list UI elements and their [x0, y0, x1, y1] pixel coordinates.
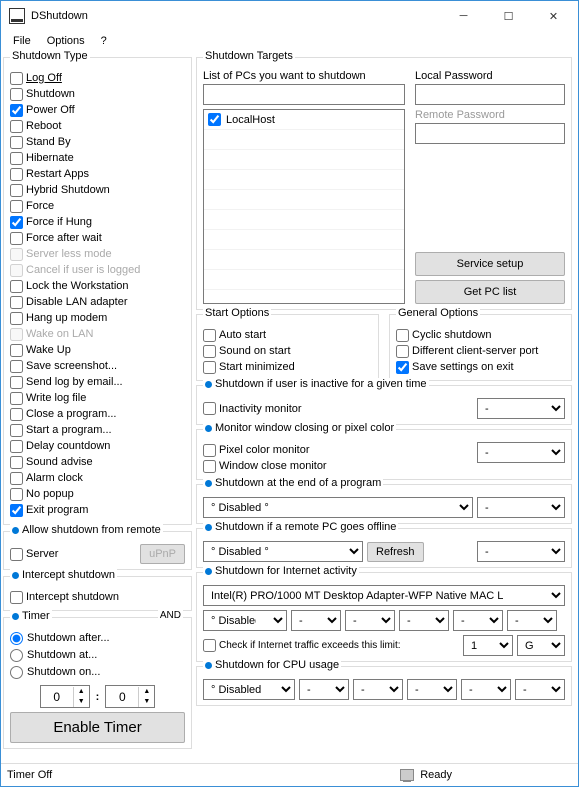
shutdown-type-5[interactable]: Hibernate — [10, 150, 185, 166]
local-password[interactable] — [415, 84, 565, 105]
timer-minutes[interactable]: ▲▼ — [105, 685, 155, 708]
inactive-group: Shutdown if user is inactive for a given… — [196, 385, 572, 425]
server-icon — [400, 769, 414, 781]
shutdown-type-12: Cancel if user is logged — [10, 262, 185, 278]
shutdown-type-23[interactable]: Delay countdown — [10, 438, 185, 454]
general-options-group: General Options Cyclic shutdown Differen… — [389, 314, 572, 381]
shutdown-type-19[interactable]: Send log by email... — [10, 374, 185, 390]
shutdown-after-radio[interactable]: Shutdown after... — [10, 630, 185, 647]
get-pc-list-button[interactable]: Get PC list — [415, 280, 565, 304]
upnp-button[interactable]: uPnP — [140, 544, 185, 564]
remote-password[interactable] — [415, 123, 565, 144]
service-setup-button[interactable]: Service setup — [415, 252, 565, 276]
shutdown-type-14[interactable]: Disable LAN adapter — [10, 294, 185, 310]
maximize-button[interactable]: ☐ — [486, 2, 531, 30]
end-program-group: Shutdown at the end of a program ° Disab… — [196, 484, 572, 524]
shutdown-type-20[interactable]: Write log file — [10, 390, 185, 406]
intercept-checkbox[interactable]: Intercept shutdown — [10, 589, 185, 605]
app-title: DShutdown — [31, 10, 88, 22]
shutdown-type-18[interactable]: Save screenshot... — [10, 358, 185, 374]
shutdown-type-11: Server less mode — [10, 246, 185, 262]
pc-input[interactable] — [203, 84, 405, 105]
close-button[interactable]: ✕ — [531, 2, 576, 30]
allow-remote-group: Allow shutdown from remote Server uPnP — [3, 531, 192, 570]
shutdown-type-21[interactable]: Close a program... — [10, 406, 185, 422]
status-bar: Timer Off Ready — [1, 763, 578, 785]
shutdown-type-16: Wake on LAN — [10, 326, 185, 342]
shutdown-on-radio[interactable]: Shutdown on... — [10, 664, 185, 681]
shutdown-type-25[interactable]: Alarm clock — [10, 470, 185, 486]
offline-group: Shutdown if a remote PC goes offline ° D… — [196, 528, 572, 568]
menu-options[interactable]: Options — [39, 33, 93, 49]
app-icon — [9, 8, 25, 24]
shutdown-type-1[interactable]: Shutdown — [10, 86, 185, 102]
targets-group: Shutdown Targets List of PCs you want to… — [196, 57, 572, 310]
shutdown-type-15[interactable]: Hang up modem — [10, 310, 185, 326]
server-checkbox[interactable]: Server — [10, 546, 58, 562]
enable-timer-button[interactable]: Enable Timer — [10, 712, 185, 743]
shutdown-type-24[interactable]: Sound advise — [10, 454, 185, 470]
minimize-button[interactable]: ─ — [441, 2, 486, 30]
shutdown-at-radio[interactable]: Shutdown at... — [10, 647, 185, 664]
pc-list[interactable]: LocalHost — [203, 109, 405, 304]
shutdown-type-4[interactable]: Stand By — [10, 134, 185, 150]
shutdown-type-9[interactable]: Force if Hung — [10, 214, 185, 230]
start-options-group: Start Options Auto start Sound on start … — [196, 314, 379, 381]
menu-help[interactable]: ? — [93, 33, 115, 49]
internet-group: Shutdown for Internet activity Intel(R) … — [196, 572, 572, 662]
shutdown-type-10[interactable]: Force after wait — [10, 230, 185, 246]
timer-hours[interactable]: ▲▼ — [40, 685, 90, 708]
menubar: File Options ? — [1, 31, 578, 51]
timer-group: Timer AND Shutdown after... Shutdown at.… — [3, 617, 192, 749]
shutdown-type-17[interactable]: Wake Up — [10, 342, 185, 358]
cpu-group: Shutdown for CPU usage ° Disabled ° - - … — [196, 666, 572, 706]
shutdown-type-13[interactable]: Lock the Workstation — [10, 278, 185, 294]
shutdown-type-0[interactable]: Log Off — [10, 70, 185, 86]
shutdown-type-6[interactable]: Restart Apps — [10, 166, 185, 182]
shutdown-type-7[interactable]: Hybrid Shutdown — [10, 182, 185, 198]
titlebar: DShutdown ─ ☐ ✕ — [1, 1, 578, 31]
shutdown-type-27[interactable]: Exit program — [10, 502, 185, 518]
shutdown-type-8[interactable]: Force — [10, 198, 185, 214]
refresh-button[interactable]: Refresh — [367, 542, 424, 562]
shutdown-type-22[interactable]: Start a program... — [10, 422, 185, 438]
intercept-group: Intercept shutdown Intercept shutdown — [3, 576, 192, 611]
shutdown-type-legend: Shutdown Type — [10, 50, 90, 62]
shutdown-type-26[interactable]: No popup — [10, 486, 185, 502]
shutdown-type-group: Shutdown Type Log OffShutdownPower OffRe… — [3, 57, 192, 525]
shutdown-type-3[interactable]: Reboot — [10, 118, 185, 134]
shutdown-type-2[interactable]: Power Off — [10, 102, 185, 118]
menu-file[interactable]: File — [5, 33, 39, 49]
pixel-group: Monitor window closing or pixel color Pi… — [196, 429, 572, 480]
